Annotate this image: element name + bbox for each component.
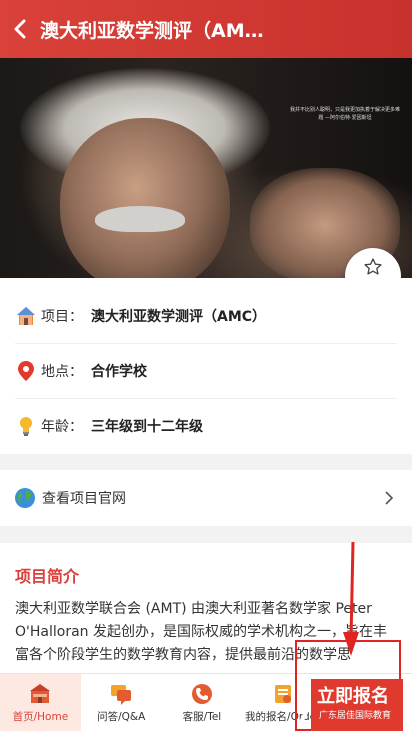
age-label: 年龄： — [41, 418, 83, 435]
hero-image: 我并不比别人聪明，只是我更加执着于解决更多难题 —阿尔伯特·爱因斯坦 — [0, 58, 412, 278]
map-pin-icon — [15, 360, 37, 382]
info-card: 项目： 澳大利亚数学测评（AMC） 地点： 合作学校 年龄： 三年级到十二年级 — [0, 278, 412, 454]
tab-qa[interactable]: 问答/Q&A — [81, 674, 162, 731]
top-bar: 澳大利亚数学测评（AM… — [0, 0, 412, 58]
lightbulb-icon — [15, 415, 37, 437]
location-value: 合作学校 — [91, 363, 147, 380]
hero-quote: 我并不比别人聪明，只是我更加执着于解决更多难题 —阿尔伯特·爱因斯坦 — [290, 107, 401, 121]
tab-home[interactable]: 首页/Home — [0, 674, 81, 731]
tab-qa-label: 问答/Q&A — [97, 710, 146, 723]
house-icon — [15, 305, 37, 327]
project-label: 项目： — [41, 308, 83, 325]
order-icon — [274, 684, 291, 703]
chat-icon — [111, 684, 132, 705]
star-icon — [364, 258, 382, 275]
info-row-age: 年龄： 三年级到十二年级 — [15, 398, 397, 453]
globe-icon — [15, 488, 35, 508]
info-row-project: 项目： 澳大利亚数学测评（AMC） — [15, 288, 397, 343]
watermark-logo-icon — [299, 689, 312, 723]
project-value: 澳大利亚数学测评（AMC） — [91, 308, 267, 325]
age-value: 三年级到十二年级 — [91, 418, 203, 435]
back-button[interactable] — [0, 0, 40, 58]
intro-title: 项目简介 — [15, 567, 80, 586]
tab-home-label: 首页/Home — [12, 710, 69, 723]
official-site-label: 查看项目官网 — [42, 491, 126, 507]
info-row-location: 地点： 合作学校 — [15, 343, 397, 398]
chevron-right-icon — [385, 491, 394, 505]
official-site-link[interactable]: 查看项目官网 — [0, 470, 412, 526]
page-title: 澳大利亚数学测评（AM… — [40, 19, 264, 42]
register-button-label: 立即报名 — [317, 686, 389, 707]
location-label: 地点： — [41, 363, 83, 380]
home-icon — [30, 683, 51, 703]
tab-tel[interactable]: 客服/Tel — [162, 674, 243, 731]
register-highlight-box: 立即报名 广东居佳国际教育 — [295, 640, 403, 731]
tab-tel-label: 客服/Tel — [182, 710, 222, 723]
phone-icon — [191, 683, 212, 704]
register-watermark-text: 广东居佳国际教育 — [319, 711, 392, 721]
chevron-left-icon — [14, 19, 26, 39]
